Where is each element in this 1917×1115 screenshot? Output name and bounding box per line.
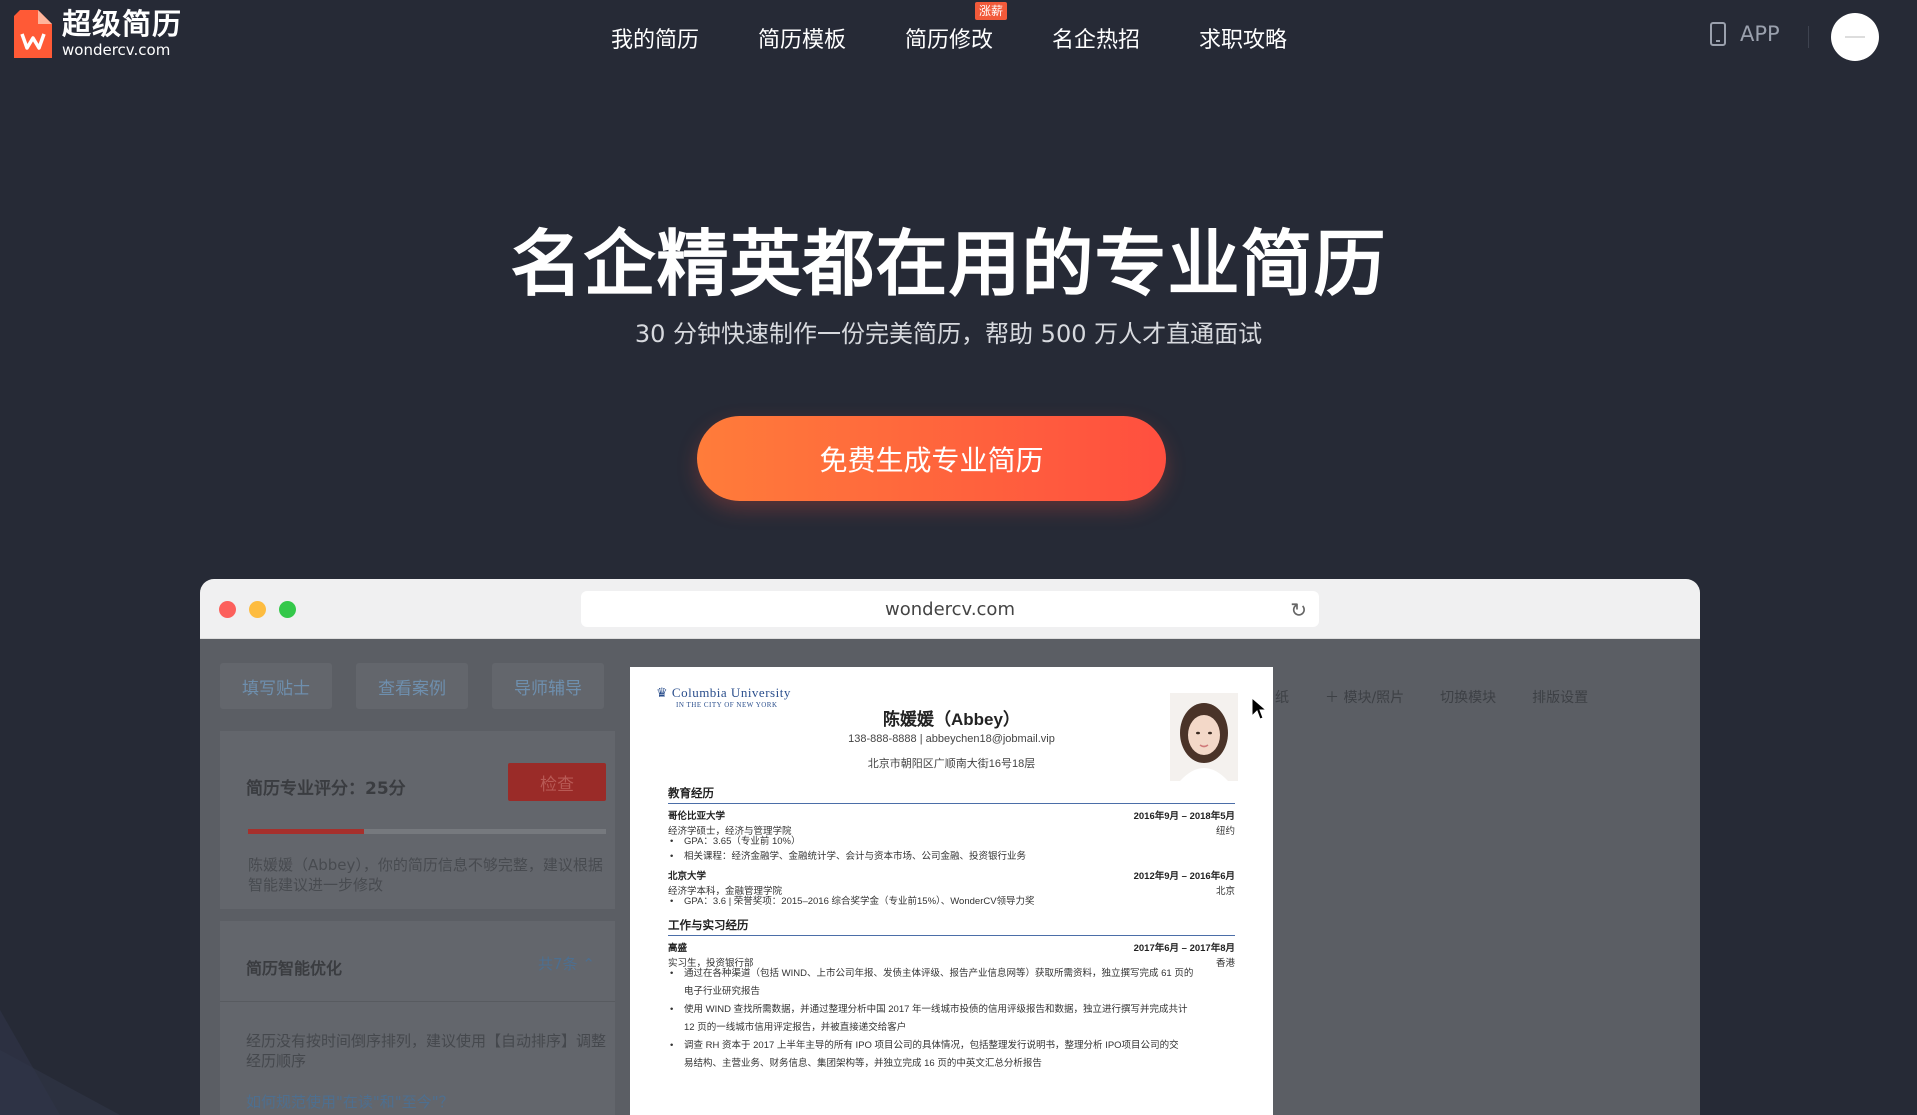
- phone-icon: [1710, 22, 1726, 46]
- score-label: 简历专业评分：25分: [246, 779, 406, 799]
- hero-subtitle: 30 分钟快速制作一份完美简历，帮助 500 万人才直通面试: [634, 320, 1263, 348]
- logo[interactable]: 超级简历 wondercv.com: [14, 10, 182, 58]
- tool-switch-module: 切换模块: [1440, 690, 1497, 706]
- score-panel: 简历专业评分：25分 检查 陈媛媛（Abbey），你的简历信息不够完整，建议根据…: [220, 731, 615, 909]
- resume-photo: [1170, 693, 1238, 781]
- background-decoration: [0, 1010, 120, 1115]
- divider: [220, 1001, 615, 1002]
- editor-tabs: 填写贴士 查看案例 导师辅导: [220, 663, 604, 709]
- reload-icon: ↻: [1290, 598, 1307, 622]
- logo-icon: [14, 10, 52, 58]
- browser-mockup: wondercv.com ↻ 填写贴士 查看案例 导师辅导 简历专业评分：25分…: [200, 579, 1700, 1115]
- editor-tools: 纸 ＋ 模块/照片 切换模块 排版设置: [1275, 687, 1588, 707]
- nav-item-my-resume[interactable]: 我的简历: [611, 22, 699, 54]
- tool-paper: 纸: [1275, 690, 1289, 706]
- logo-name: 超级简历: [62, 7, 183, 41]
- minimize-dot-icon: [249, 601, 266, 618]
- nav-item-career-guide[interactable]: 求职攻略: [1199, 22, 1287, 54]
- optimize-count: 共7条 ⌃: [538, 955, 595, 973]
- create-resume-button[interactable]: 免费生成专业简历: [697, 416, 1166, 501]
- url-text: wondercv.com: [885, 598, 1015, 620]
- crown-icon: ♛: [656, 685, 669, 700]
- check-button: 检查: [508, 763, 606, 801]
- section-divider: [668, 935, 1235, 936]
- edu-school: 哥伦比亚大学 2016年9月 – 2018年5月: [668, 811, 1235, 822]
- edu-school: 北京大学 2012年9月 – 2016年6月: [668, 871, 1235, 882]
- optimize-text: 经历没有按时间倒序排列，建议使用【自动排序】调整经历顺序: [246, 1032, 607, 1070]
- tool-module-photo: ＋ 模块/照片: [1325, 690, 1405, 706]
- score-progress-bar: [248, 829, 606, 834]
- section-work: 工作与实习经历: [668, 920, 749, 932]
- maximize-dot-icon: [279, 601, 296, 618]
- tab-examples: 查看案例: [356, 663, 468, 709]
- optimize-link: 如何规范使用"在读"和"至今"？: [246, 1093, 454, 1111]
- nav-divider: [1808, 26, 1809, 48]
- section-divider: [668, 803, 1235, 804]
- user-avatar[interactable]: [1831, 13, 1879, 61]
- nav-item-label: 简历修改: [905, 28, 994, 53]
- app-download-link[interactable]: APP: [1710, 22, 1780, 46]
- app-label: APP: [1740, 22, 1780, 46]
- optimize-title: 简历智能优化: [246, 959, 343, 978]
- address-bar: wondercv.com ↻: [581, 591, 1319, 627]
- hero-title: 名企精英都在用的专业简历: [510, 222, 1387, 306]
- resume-preview: ♛ Columbia University IN THE CITY OF NEW…: [630, 667, 1273, 1115]
- top-nav: 超级简历 wondercv.com 我的简历 简历模板 简历修改 涨薪 名企热招…: [0, 0, 1917, 72]
- university-name: Columbia University: [671, 685, 791, 700]
- editor-preview: 填写贴士 查看案例 导师辅导 简历专业评分：25分 检查 陈媛媛（Abbey），…: [200, 639, 1700, 1115]
- section-education: 教育经历: [668, 788, 714, 800]
- tab-tips: 填写贴士: [220, 663, 332, 709]
- work-company: 高盛 2017年6月 – 2017年8月: [668, 943, 1235, 954]
- edu-bullet: 相关课程：经济金融学、金融统计学、会计与资本市场、公司金融、投资银行业务: [668, 848, 1235, 866]
- browser-toolbar: wondercv.com ↻: [200, 579, 1700, 639]
- nav-item-resume-edit[interactable]: 简历修改 涨薪: [905, 2, 1008, 54]
- nav-badge: 涨薪: [975, 2, 1008, 20]
- work-bullet: 调查 RH 资本于 2017 上半年主导的所有 IPO 项目公司的具体情况，包括…: [668, 1037, 1235, 1073]
- logo-domain: wondercv.com: [62, 41, 171, 59]
- edu-bullet: GPA：3.6 | 荣誉奖项：2015–2016 综合奖学金（专业前15%）、W…: [668, 893, 1235, 911]
- close-dot-icon: [219, 601, 236, 618]
- score-progress-fill: [248, 829, 365, 834]
- mouse-cursor-icon: [1251, 696, 1268, 725]
- tab-mentor: 导师辅导: [492, 663, 604, 709]
- score-message: 陈媛媛（Abbey），你的简历信息不够完整，建议根据智能建议进一步修改: [248, 856, 603, 894]
- tool-layout-settings: 排版设置: [1532, 690, 1589, 706]
- nav-item-top-jobs[interactable]: 名企热招: [1052, 22, 1140, 54]
- work-bullet: 使用 WIND 查找所需数据，并通过整理分析中国 2017 年一线城市投债的信用…: [668, 1001, 1235, 1037]
- nav-item-templates[interactable]: 简历模板: [758, 22, 846, 54]
- work-bullet: 通过在各种渠道（包括 WIND、上市公司年报、发债主体评级、报告产业信息网等）获…: [668, 965, 1235, 1001]
- optimize-panel: 简历智能优化 共7条 ⌃ 经历没有按时间倒序排列，建议使用【自动排序】调整经历顺…: [220, 921, 615, 1115]
